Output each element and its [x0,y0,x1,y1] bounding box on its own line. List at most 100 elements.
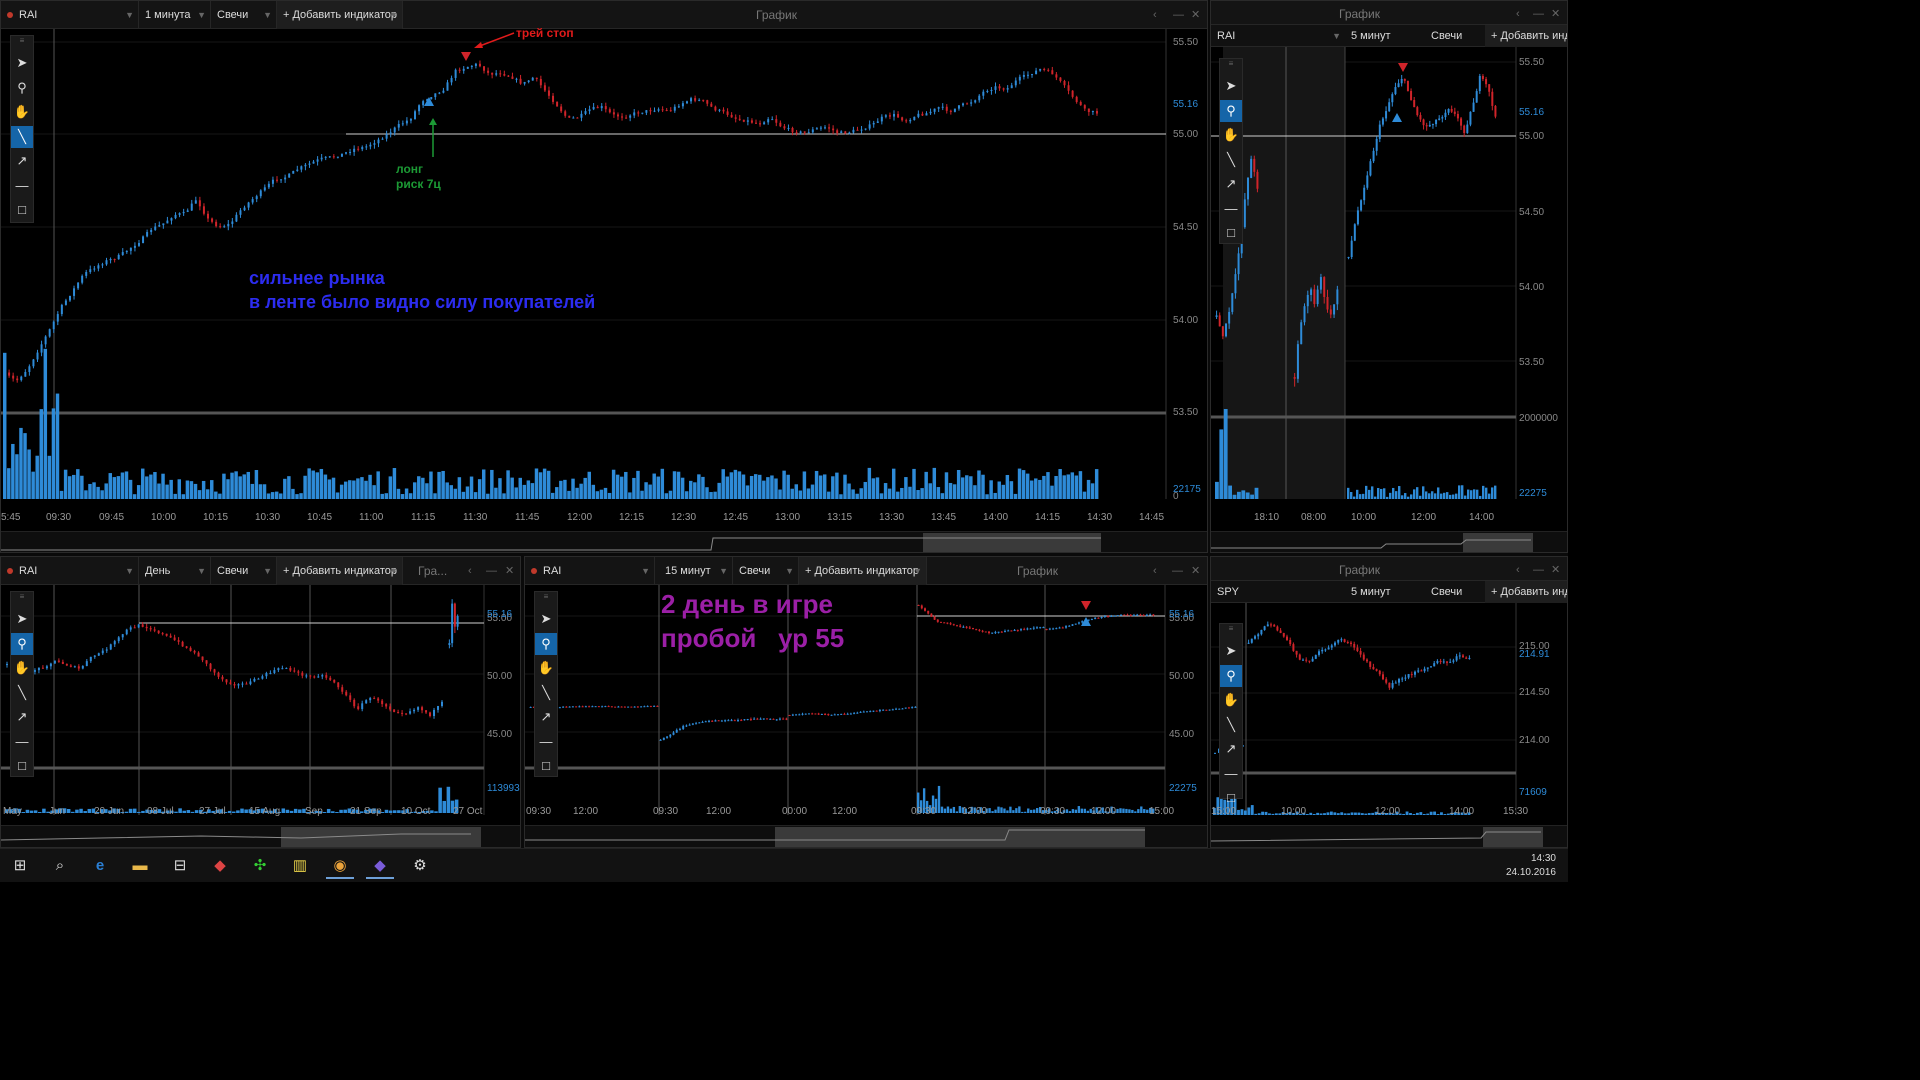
arrow-icon[interactable]: ↗ [11,706,33,728]
navigator-strip[interactable] [525,825,1207,847]
magnifier-icon[interactable]: ⚲ [11,77,33,99]
store-icon[interactable]: ⊟ [166,853,194,879]
chart-icon[interactable]: ▥ [286,853,314,879]
symbol-select[interactable]: RAI ▼ [1,1,139,29]
close-icon[interactable]: ✕ [1191,557,1200,585]
chart-type-select[interactable]: Свечи ▼ [733,557,799,585]
candle [1410,90,1413,101]
magnifier-icon[interactable]: ⚲ [11,632,33,655]
cursor-icon[interactable]: ➤ [1220,75,1242,97]
horizontal-line-icon[interactable]: — [11,175,33,197]
line-icon[interactable]: ╲ [1220,149,1242,171]
symbol-select[interactable]: RAI ▼ [1211,25,1345,47]
rectangle-icon[interactable]: □ [1220,222,1242,244]
close-icon[interactable]: ✕ [1191,1,1200,29]
toolbar-grip-icon[interactable]: ≡ [1220,59,1242,71]
toolbar-grip-icon[interactable]: ≡ [535,592,557,604]
line-icon[interactable]: ╲ [1220,714,1242,736]
add-indicator-button[interactable]: + Добавить инди [1485,25,1567,47]
magnifier-icon[interactable]: ⚲ [1220,99,1242,122]
edge-icon[interactable]: e [86,853,114,879]
add-indicator-button[interactable]: + Добавить индикатор ▼ [277,557,403,585]
minimize-icon[interactable]: — [1172,557,1183,585]
hand-icon[interactable]: ✋ [11,657,33,679]
interval-select[interactable]: 5 минут [1345,25,1415,47]
chart-type-select[interactable]: Свечи [1425,581,1485,603]
horizontal-line-icon[interactable]: — [1220,198,1242,220]
interval-select[interactable]: 5 минут [1345,581,1415,603]
cursor-icon[interactable]: ➤ [535,608,557,630]
prev-icon[interactable]: ‹ [468,557,472,585]
price-chart-1min[interactable] [1,29,1208,553]
close-icon[interactable]: ✕ [1551,557,1560,583]
add-indicator-button[interactable]: + Добавить индикатор ▼ [799,557,927,585]
candle [52,321,55,330]
interval-select[interactable]: День ▼ [139,557,211,585]
system-clock[interactable]: 14:30 24.10.2016 [1506,852,1556,880]
search-icon[interactable]: ⌕ [46,853,74,879]
interval-select[interactable]: 15 минут ▼ [659,557,733,585]
rectangle-icon[interactable]: □ [11,199,33,221]
symbol-select[interactable]: RAI ▼ [1,557,139,585]
add-indicator-button[interactable]: + Добавить инди [1485,581,1567,603]
windows-icon[interactable]: ⊞ [6,853,34,879]
chart-type-select[interactable]: Свечи ▼ [211,557,277,585]
prev-icon[interactable]: ‹ [1153,557,1157,585]
close-icon[interactable]: ✕ [505,557,514,585]
horizontal-line-icon[interactable]: — [11,731,33,753]
app-icon[interactable]: ◆ [206,853,234,879]
prev-icon[interactable]: ‹ [1153,1,1157,29]
rectangle-icon[interactable]: □ [535,755,557,777]
arrow-icon[interactable]: ↗ [1220,738,1242,760]
cursor-icon[interactable]: ➤ [11,52,33,74]
minimize-icon[interactable]: — [1173,1,1184,29]
symbol-select[interactable]: SPY [1211,581,1345,603]
hand-icon[interactable]: ✋ [1220,124,1242,146]
cursor-icon[interactable]: ➤ [11,608,33,630]
arrow-icon[interactable]: ↗ [535,706,557,728]
navigator-strip[interactable] [1211,825,1567,847]
terminal-icon[interactable]: ◆ [366,853,394,879]
magnifier-icon[interactable]: ⚲ [535,632,557,655]
chrome-icon[interactable]: ◉ [326,853,354,879]
add-indicator-button[interactable]: + Добавить индикатор ▼ [277,1,403,29]
chart-type-select[interactable]: Свечи ▼ [211,1,277,29]
settings-icon[interactable]: ⚙ [406,853,434,879]
navigator-strip[interactable] [1,825,520,847]
candle [682,726,685,729]
interval-select[interactable]: 1 минута ▼ [139,1,211,29]
toolbar-grip-icon[interactable]: ≡ [1220,624,1242,636]
rectangle-icon[interactable]: □ [11,755,33,777]
hand-icon[interactable]: ✋ [11,101,33,123]
cursor-icon[interactable]: ➤ [1220,640,1242,662]
navigator-strip[interactable] [1211,531,1567,552]
line-icon[interactable]: ╲ [535,682,557,704]
chart-type-select[interactable]: Свечи [1425,25,1485,47]
prev-icon[interactable]: ‹ [1516,1,1520,27]
line-icon[interactable]: ╲ [11,682,33,704]
toolbar-grip-icon[interactable]: ≡ [11,36,33,48]
minimize-icon[interactable]: — [1533,557,1544,583]
price-chart-5min[interactable] [1211,47,1568,531]
navigator-strip[interactable] [1,531,1207,552]
horizontal-line-icon[interactable]: — [535,731,557,753]
price-chart-daily[interactable] [1,585,521,827]
line-icon[interactable]: ╲ [11,125,33,148]
candle [433,709,436,716]
arrow-icon[interactable]: ↗ [1220,173,1242,195]
hand-icon[interactable]: ✋ [1220,689,1242,711]
price-chart-15min[interactable] [525,585,1208,827]
toolbar-grip-icon[interactable]: ≡ [11,592,33,604]
minimize-icon[interactable]: — [1533,1,1544,27]
magnifier-icon[interactable]: ⚲ [1220,664,1242,687]
app-icon[interactable]: ✣ [246,853,274,879]
minimize-icon[interactable]: — [486,557,497,585]
price-chart-spy[interactable] [1211,603,1568,827]
prev-icon[interactable]: ‹ [1516,557,1520,583]
explorer-icon[interactable]: ▬ [126,853,154,879]
horizontal-line-icon[interactable]: — [1220,763,1242,785]
arrow-icon[interactable]: ↗ [11,150,33,172]
close-icon[interactable]: ✕ [1551,1,1560,27]
hand-icon[interactable]: ✋ [535,657,557,679]
symbol-select[interactable]: RAI ▼ [525,557,655,585]
